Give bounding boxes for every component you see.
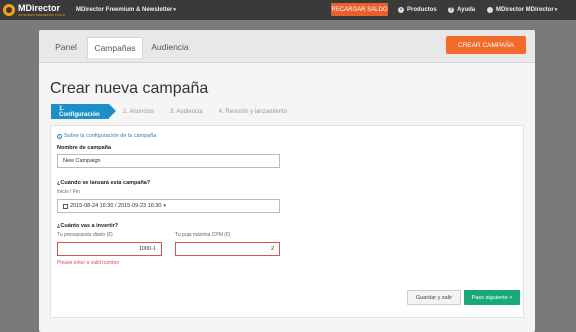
user-icon [487,7,493,13]
products-menu[interactable]: • Productos [398,4,437,16]
date-range-picker[interactable]: 2015-08-24 16:30 / 2015-09-23 16:30 ▾ [57,199,280,213]
step-ads[interactable]: 2. Anuncios [115,104,162,119]
step-review[interactable]: 4. Revisión y lanzamiento [211,104,295,119]
investment-label: ¿Cuánto vas a invertir? [57,223,119,229]
products-icon: • [398,7,404,13]
user-label: MDirector MDirector [496,7,554,13]
help-label: Ayuda [457,7,476,13]
chevron-down-icon: ▾ [173,7,176,13]
step-configuration[interactable]: 1. Configuración [51,104,116,119]
user-menu[interactable]: MDirector MDirector ▾ [487,4,557,16]
tab-panel[interactable]: Panel [51,37,81,57]
info-link-label: Sobre la configuración de la campaña [64,133,157,139]
chevron-down-icon: ▾ [554,7,558,13]
daily-budget-label: Tu presupuesto diario (€) [57,232,113,238]
schedule-label: ¿Cuándo se lanzará esta campaña? [57,180,151,186]
logo-name: MDirector [18,2,61,13]
chevron-down-icon: ▾ [163,203,166,209]
daily-budget-input[interactable]: 1000-1 [57,242,162,256]
next-step-button[interactable]: Paso siguiente > [464,290,520,305]
campaign-name-label: Nombre de campaña [57,145,112,151]
date-range-value: 2015-08-24 16:30 / 2015-09-23 16:30 [70,203,162,209]
logo-subtitle: ANTEVENIO MARKETING TOOLS [18,12,65,17]
info-link[interactable]: i Sobre la configuración de la campaña [57,133,156,139]
account-label: MDirector Freemium & Newsletter [76,7,173,13]
section-tabs: Panel Campañas Audiencia CREAR CAMPAÑA [39,30,535,63]
configuration-form: i Sobre la configuración de la campaña No… [50,125,524,318]
mdirector-logo[interactable]: MDirector ANTEVENIO MARKETING TOOLS [3,2,73,17]
calendar-icon [63,203,68,209]
info-icon: i [57,133,62,139]
main-card: Panel Campañas Audiencia CREAR CAMPAÑA C… [39,30,535,332]
help-menu[interactable]: ? Ayuda [448,4,475,16]
recharge-balance-button[interactable]: RECARGAR SALDO [331,3,388,16]
products-label: Productos [407,7,437,13]
wizard-steps: 1. Configuración 2. Anuncios 3. Audienci… [51,104,295,119]
help-icon: ? [448,7,454,13]
step-audience[interactable]: 3. Audiencia [162,104,211,119]
account-selector[interactable]: MDirector Freemium & Newsletter▾ [76,7,176,13]
max-cpm-label: Tu puja máxima CPM (€) [175,232,231,238]
tab-audience[interactable]: Audiencia [147,37,193,57]
validation-error: Please enter a valid number [57,260,120,266]
max-cpm-input[interactable]: 2 [175,242,280,256]
save-and-exit-button[interactable]: Guardar y salir [407,290,461,305]
campaign-name-input[interactable]: New Campaign [57,154,280,168]
tab-campaigns[interactable]: Campañas [87,37,143,58]
schedule-sublabel: Inicio / Fin [57,189,80,195]
create-campaign-button[interactable]: CREAR CAMPAÑA [446,36,526,54]
page-title: Crear nueva campaña [50,80,209,97]
logo-mark-icon [3,4,15,16]
